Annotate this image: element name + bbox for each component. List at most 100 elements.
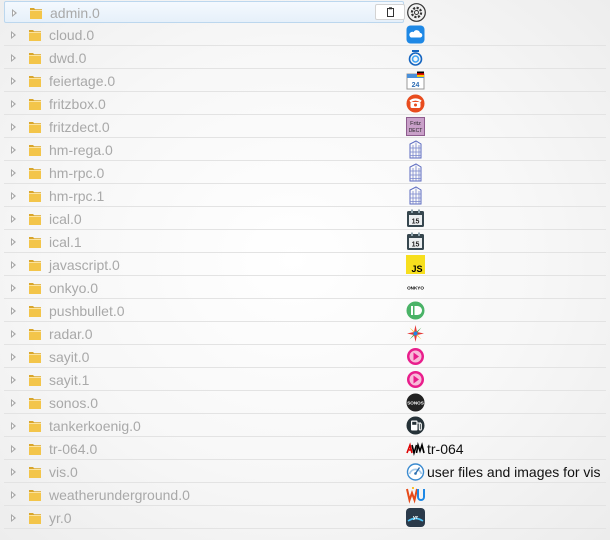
svg-text:JS: JS (411, 264, 422, 274)
tree-item-name: tr-064.0 (49, 441, 98, 457)
folder-icon (28, 96, 42, 111)
sayit-icon (406, 347, 425, 366)
expand-arrow-icon[interactable] (11, 238, 16, 246)
expand-arrow-icon[interactable] (11, 54, 16, 62)
folder-icon (28, 372, 42, 387)
tree-row[interactable]: tankerkoenig.0 (4, 415, 606, 437)
expand-arrow-icon[interactable] (11, 376, 16, 384)
dwd-weather-icon (406, 48, 425, 67)
folder-icon (28, 303, 42, 318)
tree-item-name: javascript.0 (49, 257, 120, 273)
yr-icon: yr (406, 508, 425, 527)
sonos-icon: SONOS (406, 393, 425, 412)
tree-row[interactable]: javascript.0 JS (4, 254, 606, 276)
tree-item-name: yr.0 (49, 510, 72, 526)
folder-icon (28, 142, 42, 157)
tree-row[interactable]: sonos.0 SONOS (4, 392, 606, 414)
expand-arrow-icon[interactable] (11, 146, 16, 154)
sayit-icon (406, 370, 425, 389)
tree-item-description: user files and images for vis (427, 464, 601, 480)
tree-item-name: onkyo.0 (49, 280, 99, 296)
tree-item-name: cloud.0 (49, 27, 95, 43)
tree-row[interactable]: admin.0 (4, 1, 426, 23)
avm-logo-icon (406, 439, 425, 458)
phone-icon (406, 94, 425, 113)
tree-row[interactable]: yr.0 yr (4, 507, 606, 529)
svg-text:DECT: DECT (409, 128, 423, 134)
expand-arrow-icon[interactable] (11, 468, 16, 476)
vis-gauge-icon (406, 462, 425, 481)
tree-row[interactable]: cloud.0 (4, 24, 606, 46)
tree-row[interactable]: feiertage.0 24 (4, 70, 606, 92)
fuel-pump-icon (406, 416, 425, 435)
folder-icon (28, 510, 42, 525)
expand-arrow-icon[interactable] (11, 491, 16, 499)
calendar-15-icon: 15 (406, 209, 425, 228)
svg-text:24: 24 (412, 82, 420, 89)
tree-row[interactable]: sayit.0 (4, 346, 606, 368)
tree-item-name: fritzdect.0 (49, 119, 110, 135)
tree-row[interactable]: hm-rega.0 (4, 139, 606, 161)
tree-row[interactable]: fritzdect.0 Fritz DECT (4, 116, 606, 138)
tree-row[interactable]: pushbullet.0 (4, 300, 606, 322)
svg-text:yr: yr (413, 515, 419, 521)
expand-arrow-icon[interactable] (11, 192, 16, 200)
radar-icon (406, 324, 425, 343)
expand-arrow-icon[interactable] (11, 31, 16, 39)
expand-arrow-icon[interactable] (11, 422, 16, 430)
expand-arrow-icon[interactable] (11, 514, 16, 522)
pushbullet-icon (406, 301, 425, 320)
tree-item-name: weatherunderground.0 (49, 487, 190, 503)
folder-icon (28, 441, 42, 456)
folder-icon (28, 464, 42, 479)
tree-row[interactable]: dwd.0 (4, 47, 606, 69)
expand-arrow-icon[interactable] (11, 284, 16, 292)
calendar-15-icon: 15 (406, 232, 425, 251)
folder-icon (28, 487, 42, 502)
clipboard-button[interactable] (375, 4, 405, 20)
tree-row[interactable]: weatherunderground.0 (4, 484, 606, 506)
expand-arrow-icon[interactable] (12, 9, 17, 17)
expand-arrow-icon[interactable] (11, 169, 16, 177)
tree-row[interactable]: hm-rpc.0 (4, 162, 606, 184)
expand-arrow-icon[interactable] (11, 123, 16, 131)
expand-arrow-icon[interactable] (11, 353, 16, 361)
homematic-icon (406, 163, 425, 182)
expand-arrow-icon[interactable] (11, 330, 16, 338)
tree-row[interactable]: fritzbox.0 (4, 93, 606, 115)
tree-item-name: tankerkoenig.0 (49, 418, 141, 434)
folder-icon (28, 349, 42, 364)
tree-row[interactable]: onkyo.0 ONKYO (4, 277, 606, 299)
folder-icon (28, 188, 42, 203)
weather-underground-icon (406, 485, 425, 504)
tree-row[interactable]: tr-064.0 tr-064 (4, 438, 606, 460)
folder-icon (28, 280, 42, 295)
tree-row[interactable]: ical.0 15 (4, 208, 606, 230)
tree-row[interactable]: ical.1 15 (4, 231, 606, 253)
expand-arrow-icon[interactable] (11, 261, 16, 269)
expand-arrow-icon[interactable] (11, 77, 16, 85)
svg-text:ONKYO: ONKYO (407, 286, 424, 291)
folder-icon (28, 257, 42, 272)
svg-text:15: 15 (412, 242, 420, 249)
expand-arrow-icon[interactable] (11, 399, 16, 407)
tree-item-name: sonos.0 (49, 395, 99, 411)
tree-row[interactable]: sayit.1 (4, 369, 606, 391)
homematic-icon (406, 186, 425, 205)
tree-row[interactable]: radar.0 (4, 323, 606, 345)
folder-icon (28, 50, 42, 65)
expand-arrow-icon[interactable] (11, 215, 16, 223)
folder-icon (28, 395, 42, 410)
tree-row[interactable]: vis.0 user files and images for vis (4, 461, 606, 483)
svg-text:SONOS: SONOS (407, 401, 424, 406)
tree-item-name: sayit.1 (49, 372, 90, 388)
fritz-dect-icon: Fritz DECT (406, 117, 425, 136)
folder-icon (28, 119, 42, 134)
clipboard-icon (387, 7, 394, 17)
tree-item-name: admin.0 (50, 5, 100, 21)
folder-icon (28, 165, 42, 180)
tree-row[interactable]: hm-rpc.1 (4, 185, 606, 207)
expand-arrow-icon[interactable] (11, 100, 16, 108)
expand-arrow-icon[interactable] (11, 307, 16, 315)
expand-arrow-icon[interactable] (11, 445, 16, 453)
